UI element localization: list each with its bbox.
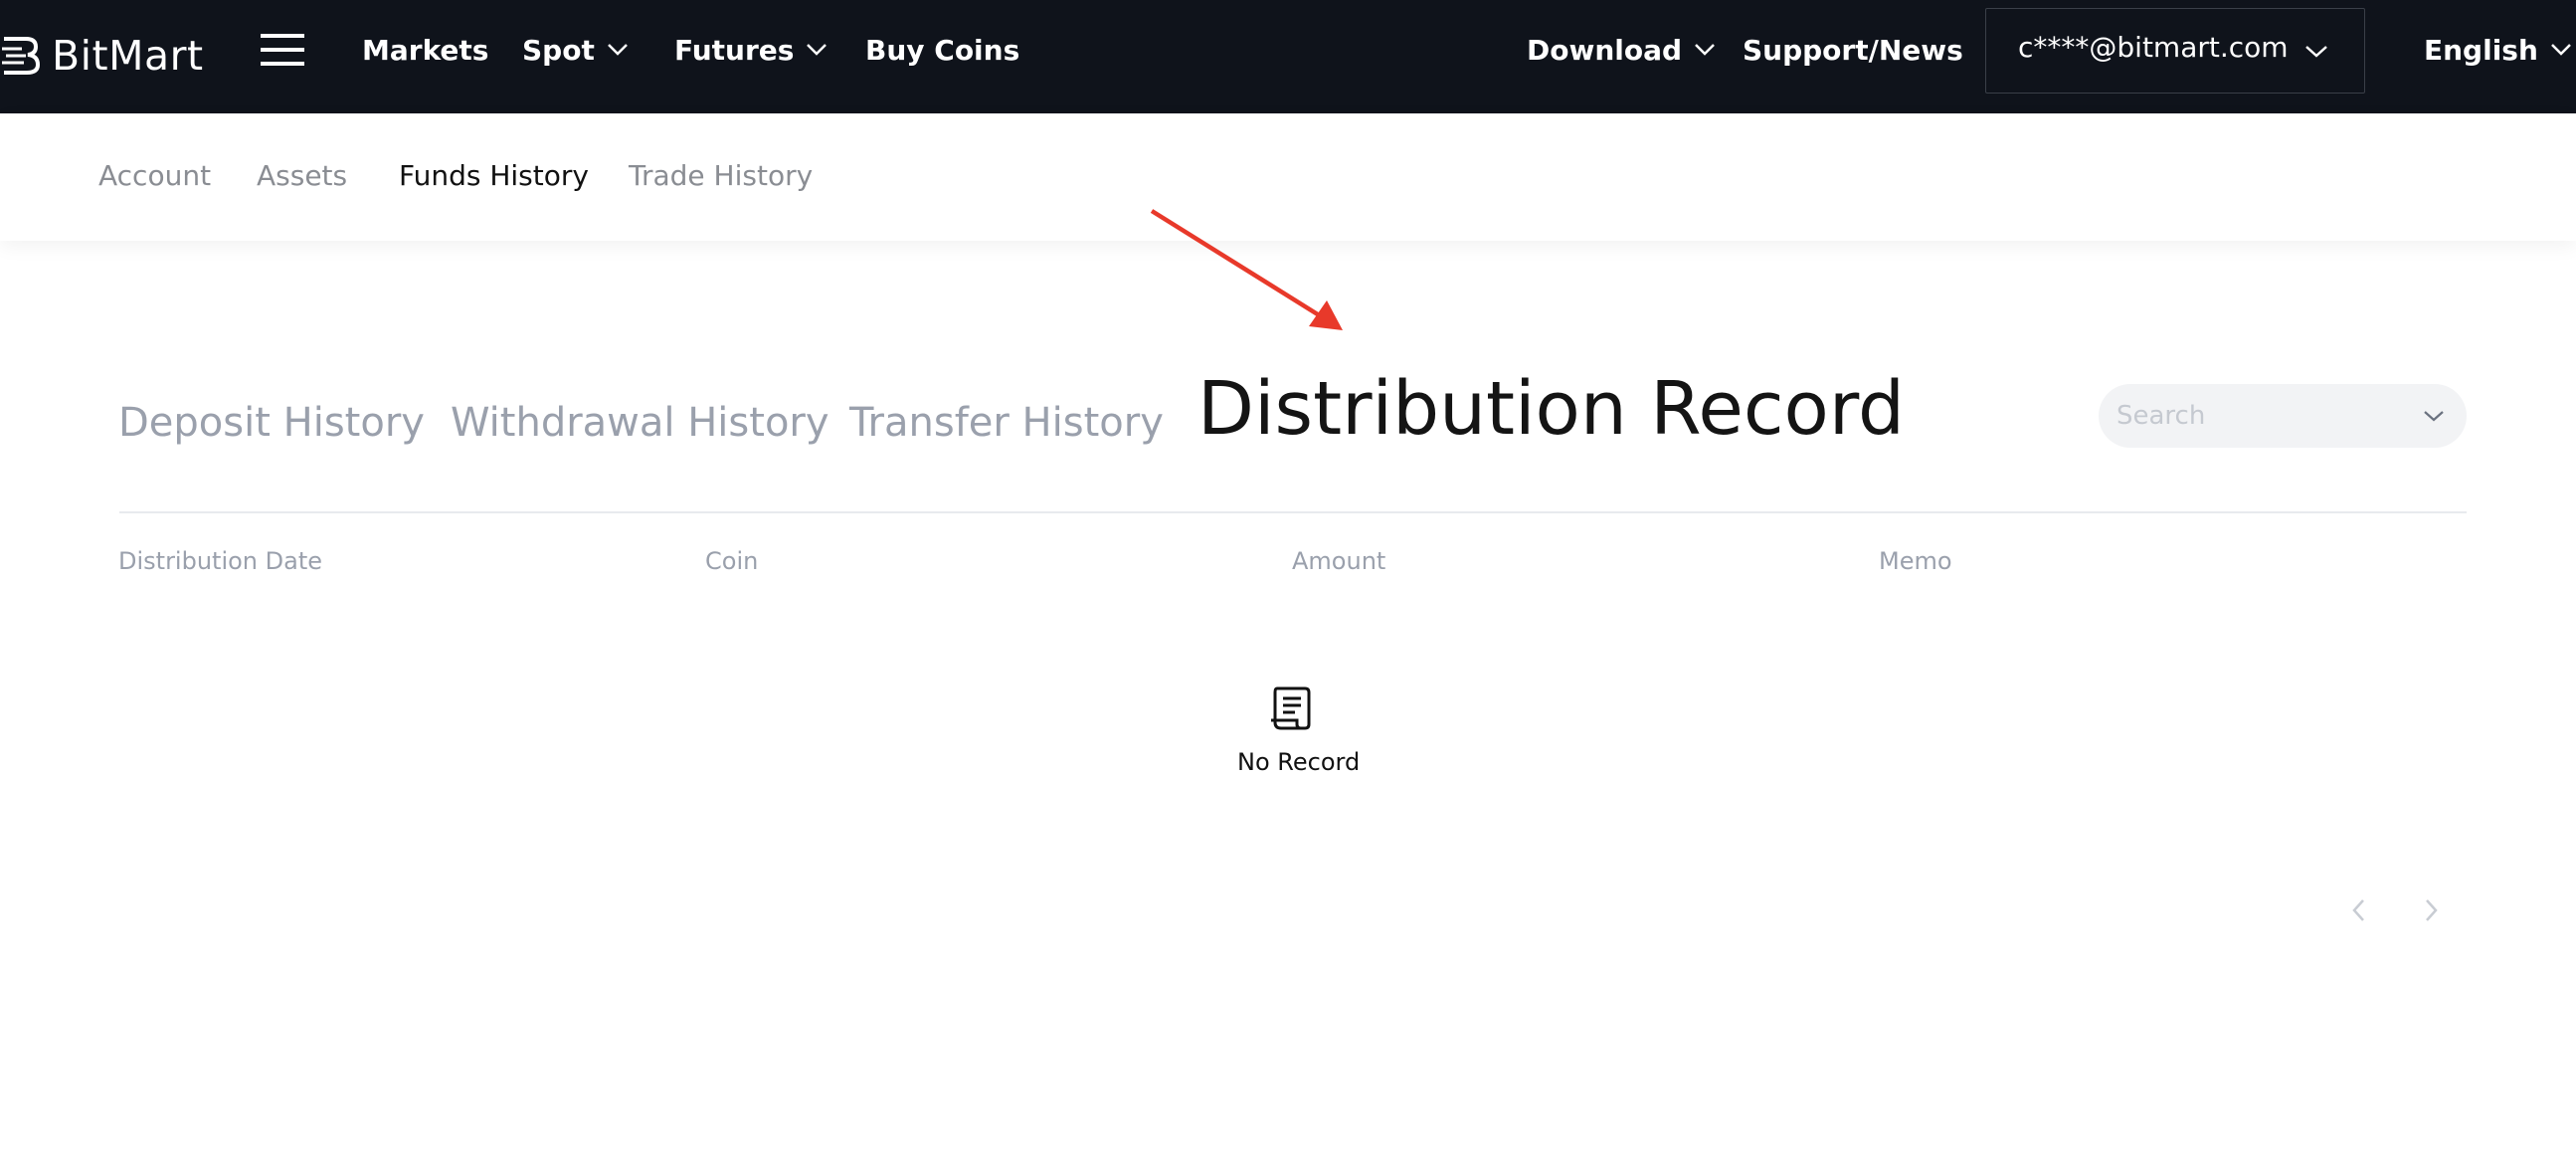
search-input[interactable] [2116, 398, 2405, 434]
empty-record-icon [1271, 686, 1311, 730]
column-header-memo: Memo [1879, 547, 1952, 575]
chevron-down-icon [607, 44, 628, 56]
nav-support-news[interactable]: Support/News [1743, 30, 1963, 70]
nav-futures-label: Futures [674, 33, 795, 67]
brand-name: BitMart [52, 32, 204, 80]
tab-deposit-history[interactable]: Deposit History [118, 400, 425, 446]
subnav-account[interactable]: Account [98, 159, 211, 192]
column-header-amount: Amount [1292, 547, 1386, 575]
language-selector[interactable]: English [2424, 30, 2572, 70]
chevron-down-icon[interactable] [2423, 410, 2445, 423]
brand-logo[interactable]: BitMart [0, 26, 204, 86]
tab-transfer-history[interactable]: Transfer History [849, 400, 1164, 446]
tab-withdrawal-history[interactable]: Withdrawal History [451, 400, 829, 446]
nav-support-news-label: Support/News [1743, 33, 1963, 67]
nav-buy-coins-label: Buy Coins [865, 33, 1020, 67]
account-email: c****@bitmart.com [2018, 31, 2289, 64]
nav-spot[interactable]: Spot [522, 30, 629, 70]
chevron-down-icon [2551, 44, 2571, 56]
annotation-arrow [1150, 209, 1343, 330]
account-dropdown[interactable]: c****@bitmart.com [1985, 8, 2365, 94]
chevron-down-icon [807, 44, 828, 56]
nav-buy-coins[interactable]: Buy Coins [865, 30, 1019, 70]
nav-download[interactable]: Download [1527, 30, 1716, 70]
chevron-down-icon [1695, 44, 1715, 56]
nav-markets-label: Markets [362, 33, 489, 67]
nav-markets[interactable]: Markets [362, 30, 488, 70]
column-header-coin: Coin [705, 547, 759, 575]
chevron-down-icon [2305, 46, 2327, 58]
nav-spot-label: Spot [522, 33, 595, 67]
search-box[interactable] [2099, 384, 2467, 448]
subnav-trade-history[interactable]: Trade History [629, 159, 813, 192]
pagination-prev-icon[interactable] [2347, 895, 2371, 925]
tab-distribution-record[interactable]: Distribution Record [1197, 366, 1905, 452]
column-header-distribution-date: Distribution Date [118, 547, 323, 575]
empty-state-text: No Record [1237, 748, 1361, 776]
bitmart-logo-icon [2, 37, 41, 75]
pagination-next-icon[interactable] [2419, 895, 2443, 925]
nav-download-label: Download [1527, 33, 1683, 67]
top-navbar: BitMart Markets Spot Futures Buy Coins D… [0, 0, 2576, 113]
page: BitMart Markets Spot Futures Buy Coins D… [0, 0, 2576, 1166]
hamburger-menu-icon[interactable] [261, 32, 304, 68]
table-divider [119, 511, 2467, 513]
subnav-assets[interactable]: Assets [257, 159, 347, 192]
language-label: English [2424, 33, 2538, 67]
nav-futures[interactable]: Futures [674, 30, 828, 70]
subnav-funds-history[interactable]: Funds History [399, 159, 589, 192]
